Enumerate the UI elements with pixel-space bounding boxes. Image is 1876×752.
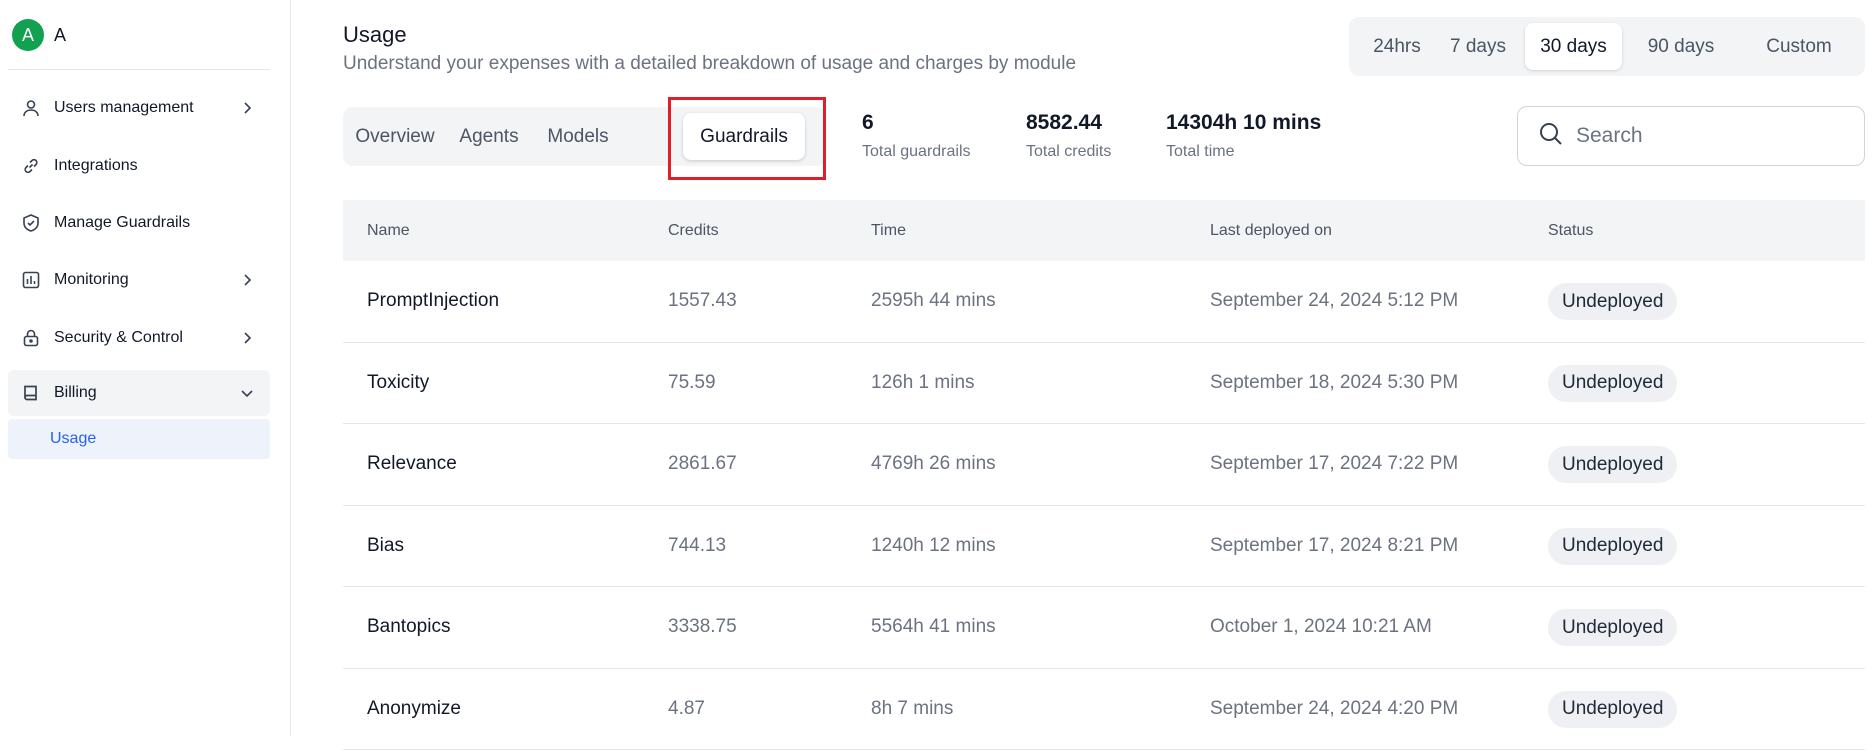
lock-icon xyxy=(20,327,42,349)
cell-last-deployed: September 24, 2024 5:12 PM xyxy=(1210,290,1459,311)
cell-credits: 1557.43 xyxy=(668,290,737,311)
sidebar-subitem-usage[interactable]: Usage xyxy=(8,419,270,459)
link-icon xyxy=(20,155,42,177)
status-badge: Undeployed xyxy=(1548,609,1678,646)
main-content: Usage Understand your expenses with a de… xyxy=(343,0,1876,750)
cell-time: 126h 1 mins xyxy=(871,371,975,393)
table-row[interactable]: Bias 744.13 1240h 12 mins September 17, 202… xyxy=(343,506,1865,587)
sidebar: A A Users management Integrations Manage… xyxy=(0,0,291,736)
avatar[interactable]: A xyxy=(12,19,44,51)
stat-value: 8582.44 xyxy=(1026,111,1102,134)
column-header-status[interactable]: Status xyxy=(1548,222,1593,240)
brand-name: A xyxy=(54,24,67,45)
cell-name: Bantopics xyxy=(367,616,451,637)
cell-time: 5564h 41 mins xyxy=(871,616,996,637)
cell-name: Relevance xyxy=(367,453,457,474)
sidebar-item-integrations[interactable]: Integrations xyxy=(8,143,270,189)
status-badge: Undeployed xyxy=(1548,364,1678,402)
sidebar-item-users-management[interactable]: Users management xyxy=(8,85,270,131)
cell-time: 8h 7 mins xyxy=(871,697,954,719)
date-range-selector: 24hrs 7 days 30 days 90 days Custom xyxy=(1349,17,1865,76)
search-box[interactable] xyxy=(1517,106,1865,166)
table-row[interactable]: Bantopics 3338.75 5564h 41 mins October 1, … xyxy=(343,587,1865,669)
sidebar-item-label: Users management xyxy=(54,99,194,116)
stat-label: Total time xyxy=(1166,143,1235,160)
status-badge: Undeployed xyxy=(1548,690,1678,728)
range-custom[interactable]: Custom xyxy=(1739,23,1859,70)
user-icon xyxy=(20,97,42,119)
cell-credits: 744.13 xyxy=(668,534,727,556)
sidebar-item-monitoring[interactable]: Monitoring xyxy=(8,257,270,303)
tab-models[interactable]: Models xyxy=(537,113,619,160)
sidebar-item-label: Manage Guardrails xyxy=(54,214,191,231)
sidebar-item-label: Security & Control xyxy=(54,329,183,346)
table-row[interactable]: Toxicity 75.59 126h 1 mins September 18, 20… xyxy=(343,343,1865,424)
tab-overview[interactable]: Overview xyxy=(349,113,441,160)
status-badge: Undeployed xyxy=(1548,446,1678,483)
sidebar-item-manage-guardrails[interactable]: Manage Guardrails xyxy=(8,200,270,246)
cell-credits: 4.87 xyxy=(668,697,705,719)
stat-total-credits: 8582.44 Total credits xyxy=(1026,111,1111,161)
chevron-right-icon xyxy=(238,99,256,117)
range-30-days[interactable]: 30 days xyxy=(1525,23,1622,70)
table-row[interactable]: PromptInjection 1557.43 2595h 44 mins Septe… xyxy=(343,261,1865,343)
sidebar-item-label: Integrations xyxy=(54,157,138,174)
cell-name: Bias xyxy=(367,534,404,556)
chevron-down-icon xyxy=(238,384,256,402)
sidebar-item-label: Monitoring xyxy=(54,271,129,288)
sidebar-item-label: Billing xyxy=(54,384,97,401)
cell-name: Anonymize xyxy=(367,697,461,719)
chevron-right-icon xyxy=(238,329,256,347)
sidebar-item-security-control[interactable]: Security & Control xyxy=(8,315,270,361)
cell-time: 4769h 26 mins xyxy=(871,453,996,474)
column-header-name[interactable]: Name xyxy=(367,222,410,240)
sidebar-divider xyxy=(8,69,270,70)
tab-guardrails[interactable]: Guardrails xyxy=(683,113,805,160)
table-row[interactable]: Anonymize 4.87 8h 7 mins September 24, 2024… xyxy=(343,669,1865,750)
status-badge: Undeployed xyxy=(1548,283,1678,320)
page-title: Usage xyxy=(343,22,407,47)
cell-credits: 75.59 xyxy=(668,371,716,393)
range-90-days[interactable]: 90 days xyxy=(1628,23,1734,70)
table-body: PromptInjection 1557.43 2595h 44 mins Septe… xyxy=(343,261,1865,750)
cell-last-deployed: September 24, 2024 4:20 PM xyxy=(1210,697,1459,719)
stat-total-guardrails: 6 Total guardrails xyxy=(862,111,971,161)
table-header: Name Credits Time Last deployed on Statu… xyxy=(343,200,1865,261)
cell-credits: 3338.75 xyxy=(668,616,737,637)
cell-last-deployed: September 18, 2024 5:30 PM xyxy=(1210,371,1459,393)
cell-last-deployed: September 17, 2024 8:21 PM xyxy=(1210,534,1459,556)
range-24hrs[interactable]: 24hrs xyxy=(1357,23,1437,70)
column-header-credits[interactable]: Credits xyxy=(668,222,719,240)
tab-agents[interactable]: Agents xyxy=(447,113,531,160)
stat-total-time: 14304h 10 mins Total time xyxy=(1166,111,1321,161)
status-badge: Undeployed xyxy=(1548,527,1678,565)
chevron-right-icon xyxy=(238,271,256,289)
shield-check-icon xyxy=(20,212,42,234)
book-icon xyxy=(20,382,42,404)
cell-time: 2595h 44 mins xyxy=(871,290,996,311)
cell-last-deployed: October 1, 2024 10:21 AM xyxy=(1210,616,1432,637)
table-row[interactable]: Relevance 2861.67 4769h 26 mins September 1… xyxy=(343,424,1865,506)
cell-credits: 2861.67 xyxy=(668,453,737,474)
guardrails-table: Name Credits Time Last deployed on Statu… xyxy=(343,200,1865,750)
bar-chart-icon xyxy=(20,269,42,291)
search-input[interactable] xyxy=(1576,124,1856,148)
column-header-last-deployed[interactable]: Last deployed on xyxy=(1210,222,1332,240)
search-icon xyxy=(1538,121,1564,152)
stat-label: Total credits xyxy=(1026,143,1112,160)
brand[interactable]: A A xyxy=(12,19,66,51)
range-7-days[interactable]: 7 days xyxy=(1437,23,1519,70)
stat-label: Total guardrails xyxy=(862,143,971,160)
cell-name: Toxicity xyxy=(367,371,430,393)
cell-last-deployed: September 17, 2024 7:22 PM xyxy=(1210,453,1459,474)
stat-value: 6 xyxy=(862,111,874,134)
column-header-time[interactable]: Time xyxy=(871,222,906,240)
sidebar-item-billing[interactable]: Billing xyxy=(8,370,270,416)
cell-name: PromptInjection xyxy=(367,290,500,311)
module-tabs: Overview Agents Models Guardrails xyxy=(343,107,826,166)
cell-time: 1240h 12 mins xyxy=(871,534,996,556)
page-subtitle: Understand your expenses with a detailed… xyxy=(343,53,1077,74)
stat-value: 14304h 10 mins xyxy=(1166,111,1322,134)
